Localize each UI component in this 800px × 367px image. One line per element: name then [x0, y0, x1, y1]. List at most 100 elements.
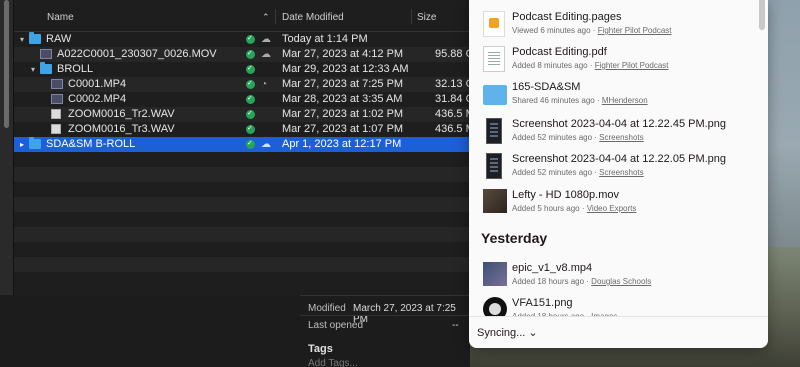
file-row[interactable]: ▸ SDA&SM B-ROLL ☁ Apr 1, 2023 at 12:17 PM	[14, 136, 470, 152]
folder-link[interactable]: Fighter Pilot Podcast	[595, 61, 669, 70]
meta-text: Added 52 minutes ago ·	[512, 168, 600, 177]
file-thumbnail	[483, 85, 507, 105]
synced-check-icon	[246, 121, 255, 136]
recent-file-item[interactable]: 165-SDA&SM Shared 46 minutes ago · MHende…	[469, 81, 768, 121]
file-size: 32.13 G	[435, 78, 470, 90]
date-modified: Mar 27, 2023 at 1:07 PM	[282, 123, 404, 135]
file-meta: Added 52 minutes ago · Screenshots	[512, 168, 644, 177]
meta-text: Added 52 minutes ago ·	[512, 133, 600, 142]
file-title[interactable]: VFA151.png	[512, 297, 573, 309]
folder-link[interactable]: Screenshots	[599, 133, 643, 142]
file-meta: Added 52 minutes ago · Screenshots	[512, 133, 644, 142]
file-thumbnail	[483, 262, 507, 286]
column-date-modified[interactable]: Date Modified	[282, 12, 344, 23]
recent-file-item[interactable]: epic_v1_v8.mp4 Added 18 hours ago · Dougl…	[469, 262, 768, 302]
file-row[interactable]: ZOOM0016_Tr2.WAV Mar 27, 2023 at 1:02 PM 4…	[14, 106, 470, 122]
modified-label: Modified	[308, 303, 346, 314]
disclosure-open-icon[interactable]: ▾	[31, 62, 35, 77]
cloud-download-icon[interactable]: ☁	[261, 47, 271, 62]
date-modified: Mar 27, 2023 at 7:25 PM	[282, 78, 404, 90]
synced-check-icon	[246, 91, 255, 106]
file-row[interactable]: A022C0001_230307_0026.MOV ☁ Mar 27, 2023 a…	[14, 46, 470, 62]
file-row[interactable]: C0002.MP4 Mar 28, 2023 at 3:35 AM 31.84 G	[14, 91, 470, 107]
recent-file-item[interactable]: Screenshot 2023-04-04 at 12.22.05 PM.png…	[469, 153, 768, 193]
meta-text: Viewed 6 minutes ago ·	[512, 26, 598, 35]
cloud-icon[interactable]: ☁	[261, 137, 271, 152]
file-title[interactable]: Screenshot 2023-04-04 at 12.22.45 PM.png	[512, 118, 726, 130]
empty-row	[14, 197, 470, 212]
meta-text: Shared 46 minutes ago ·	[512, 96, 602, 105]
folder-icon	[40, 62, 52, 74]
sync-status[interactable]: Syncing... ⌄	[477, 326, 538, 339]
file-thumbnail	[483, 189, 507, 213]
disclosure-closed-icon[interactable]: ▸	[20, 137, 24, 152]
file-title[interactable]: Podcast Editing.pages	[512, 11, 621, 23]
cloud-download-icon[interactable]: ☁	[261, 32, 271, 47]
file-row[interactable]: C0001.MP4 ◔ Mar 27, 2023 at 7:25 PM 32.13 G	[14, 76, 470, 92]
file-title[interactable]: Podcast Editing.pdf	[512, 46, 607, 58]
folder-icon	[29, 32, 41, 44]
folder-icon	[29, 137, 41, 149]
disclosure-open-icon[interactable]: ▾	[20, 32, 24, 47]
divider	[300, 315, 470, 316]
tags-heading: Tags	[308, 343, 333, 355]
empty-row	[14, 152, 470, 167]
column-size[interactable]: Size	[417, 12, 436, 23]
file-meta: Added 18 hours ago · Douglas Schools	[512, 277, 651, 286]
folder-link[interactable]: Video Exports	[587, 204, 637, 213]
file-row[interactable]: ▾ BROLL Mar 29, 2023 at 12:33 AM	[14, 61, 470, 77]
recent-file-item[interactable]: Podcast Editing.pdf Added 8 minutes ago ·…	[469, 46, 768, 86]
column-divider	[275, 9, 276, 24]
movie-file-icon	[51, 79, 63, 89]
meta-text: Added 5 hours ago ·	[512, 204, 587, 213]
file-row[interactable]: ZOOM0016_Tr3.WAV Mar 27, 2023 at 1:07 PM 4…	[14, 121, 470, 137]
date-modified: Mar 27, 2023 at 1:02 PM	[282, 108, 404, 120]
sort-chevron-icon[interactable]: ⌃	[262, 12, 270, 23]
audio-file-icon	[51, 124, 61, 134]
file-title[interactable]: 165-SDA&SM	[512, 81, 580, 93]
empty-row	[14, 182, 470, 197]
column-header: Name ⌃ Date Modified Size	[14, 0, 470, 32]
file-title[interactable]: Screenshot 2023-04-04 at 12.22.05 PM.png	[512, 153, 726, 165]
file-name: ZOOM0016_Tr3.WAV	[68, 123, 175, 135]
synced-check-icon	[246, 76, 255, 91]
file-name: RAW	[46, 33, 72, 45]
folder-link[interactable]: Screenshots	[599, 168, 643, 177]
popup-scrollbar[interactable]	[759, 0, 765, 30]
file-row[interactable]: ▾ RAW ☁ Today at 1:14 PM	[14, 31, 470, 47]
folder-link[interactable]: MHenderson	[602, 96, 648, 105]
dropbox-popup: Podcast Editing.pages Viewed 6 minutes ag…	[469, 0, 768, 348]
file-name: BROLL	[57, 63, 94, 75]
sidebar-scrollbar[interactable]	[4, 0, 9, 128]
folder-link[interactable]: Douglas Schools	[591, 277, 651, 286]
date-modified: Mar 29, 2023 at 12:33 AM	[282, 63, 409, 75]
file-title[interactable]: epic_v1_v8.mp4	[512, 262, 592, 274]
last-opened-value: --	[452, 320, 459, 331]
audio-file-icon	[51, 109, 61, 119]
synced-check-icon	[246, 136, 255, 151]
add-tags-field[interactable]: Add Tags...	[308, 358, 358, 367]
divider	[300, 295, 470, 296]
recent-file-item[interactable]: Screenshot 2023-04-04 at 12.22.45 PM.png…	[469, 118, 768, 158]
meta-text: Added 8 minutes ago ·	[512, 61, 595, 70]
sidebar-edge	[0, 0, 14, 295]
file-list: ▾RAW☁Today at 1:14 PMA022C0001_230307_00…	[14, 31, 470, 287]
recent-file-item[interactable]: Lefty - HD 1080p.mov Added 5 hours ago · …	[469, 189, 768, 229]
synced-check-icon	[246, 106, 255, 121]
file-size: 436.5 M	[435, 123, 470, 135]
file-thumbnail	[486, 153, 502, 179]
file-thumbnail	[483, 11, 505, 37]
column-divider	[411, 9, 412, 24]
file-size: 436.5 M	[435, 108, 470, 120]
recent-file-item[interactable]: Podcast Editing.pages Viewed 6 minutes ag…	[469, 11, 768, 51]
syncing-icon[interactable]: ◔	[261, 77, 267, 92]
file-meta: Shared 46 minutes ago · MHenderson	[512, 96, 648, 105]
file-meta: Viewed 6 minutes ago · Fighter Pilot Pod…	[512, 26, 672, 35]
date-modified: Apr 1, 2023 at 12:17 PM	[282, 138, 402, 150]
folder-link[interactable]: Fighter Pilot Podcast	[598, 26, 672, 35]
date-modified: Mar 27, 2023 at 4:12 PM	[282, 48, 404, 60]
empty-row	[14, 212, 470, 227]
recent-file-item[interactable]: VFA151.pngAdded 18 hours ago · Images	[469, 297, 768, 316]
file-title[interactable]: Lefty - HD 1080p.mov	[512, 189, 619, 201]
column-name[interactable]: Name	[47, 12, 74, 23]
